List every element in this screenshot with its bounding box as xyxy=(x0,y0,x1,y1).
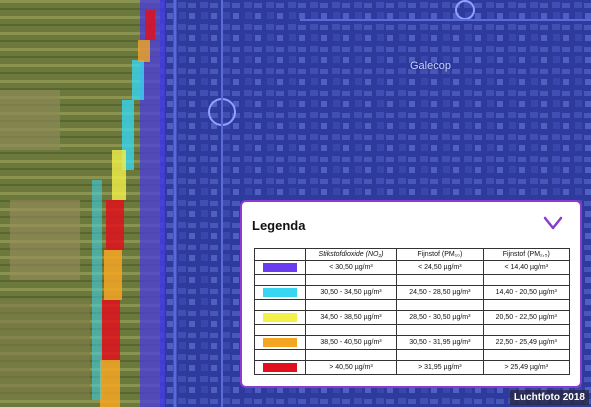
legend-row: > 40,50 µg/m³ > 31,95 µg/m³ > 25,49 µg/m… xyxy=(254,360,571,375)
legend-swatch xyxy=(262,363,297,372)
legend-cell: > 31,95 µg/m³ xyxy=(396,360,484,375)
legend-cell: 34,50 - 38,50 µg/m³ xyxy=(304,310,398,325)
legend-panel: Legenda Stikstofdioxide (NO₂) Fijnstof (… xyxy=(240,200,582,388)
field-plot xyxy=(0,300,90,400)
legend-swatch-cell xyxy=(254,260,306,275)
legend-cell: 14,40 - 20,50 µg/m³ xyxy=(482,285,571,300)
legend-cell: > 25,49 µg/m³ xyxy=(482,360,571,375)
place-label: Galecop xyxy=(410,60,451,72)
legend-cell: 30,50 - 31,95 µg/m³ xyxy=(396,335,484,350)
photo-credit: Luchtfoto 2018 xyxy=(509,390,589,405)
legend-swatch-cell xyxy=(254,360,306,375)
legend-header-row: Stikstofdioxide (NO₂) Fijnstof (PM₁₀) Fi… xyxy=(254,248,571,261)
legend-cell: 22,50 - 25,49 µg/m³ xyxy=(482,335,571,350)
legend-table: Stikstofdioxide (NO₂) Fijnstof (PM₁₀) Fi… xyxy=(254,248,571,375)
legend-swatch xyxy=(262,313,297,322)
field-plot xyxy=(0,90,60,150)
legend-spacer-row xyxy=(254,324,571,336)
legend-column-header: Fijnstof (PM₁₀) xyxy=(396,248,484,261)
legend-swatch-cell xyxy=(254,335,306,350)
legend-cell: < 24,50 µg/m³ xyxy=(396,260,484,275)
legend-column-header: Fijnstof (PM₂,₅) xyxy=(482,248,571,261)
legend-spacer-row xyxy=(254,349,571,361)
legend-swatch-header xyxy=(254,248,306,261)
legend-row: 34,50 - 38,50 µg/m³ 28,50 - 30,50 µg/m³ … xyxy=(254,310,571,325)
legend-cell: < 14,40 µg/m³ xyxy=(482,260,571,275)
legend-title: Legenda xyxy=(252,218,306,233)
legend-row: < 30,50 µg/m³ < 24,50 µg/m³ < 14,40 µg/m… xyxy=(254,260,571,275)
legend-swatch-cell xyxy=(254,310,306,325)
legend-cell: 24,50 - 28,50 µg/m³ xyxy=(396,285,484,300)
field-plot xyxy=(10,200,80,280)
legend-cell: 30,50 - 34,50 µg/m³ xyxy=(304,285,398,300)
legend-spacer-row xyxy=(254,299,571,311)
legend-cell: > 40,50 µg/m³ xyxy=(304,360,398,375)
legend-cell: 28,50 - 30,50 µg/m³ xyxy=(396,310,484,325)
legend-column-header: Stikstofdioxide (NO₂) xyxy=(304,248,398,261)
legend-cell: 20,50 - 22,50 µg/m³ xyxy=(482,310,571,325)
chevron-down-icon[interactable] xyxy=(542,214,564,232)
legend-swatch xyxy=(262,288,297,297)
legend-swatch xyxy=(262,338,297,347)
legend-cell: < 30,50 µg/m³ xyxy=(304,260,398,275)
legend-swatch xyxy=(262,263,297,272)
legend-row: 30,50 - 34,50 µg/m³ 24,50 - 28,50 µg/m³ … xyxy=(254,285,571,300)
legend-cell: 38,50 - 40,50 µg/m³ xyxy=(304,335,398,350)
legend-swatch-cell xyxy=(254,285,306,300)
legend-row: 38,50 - 40,50 µg/m³ 30,50 - 31,95 µg/m³ … xyxy=(254,335,571,350)
legend-spacer-row xyxy=(254,274,571,286)
